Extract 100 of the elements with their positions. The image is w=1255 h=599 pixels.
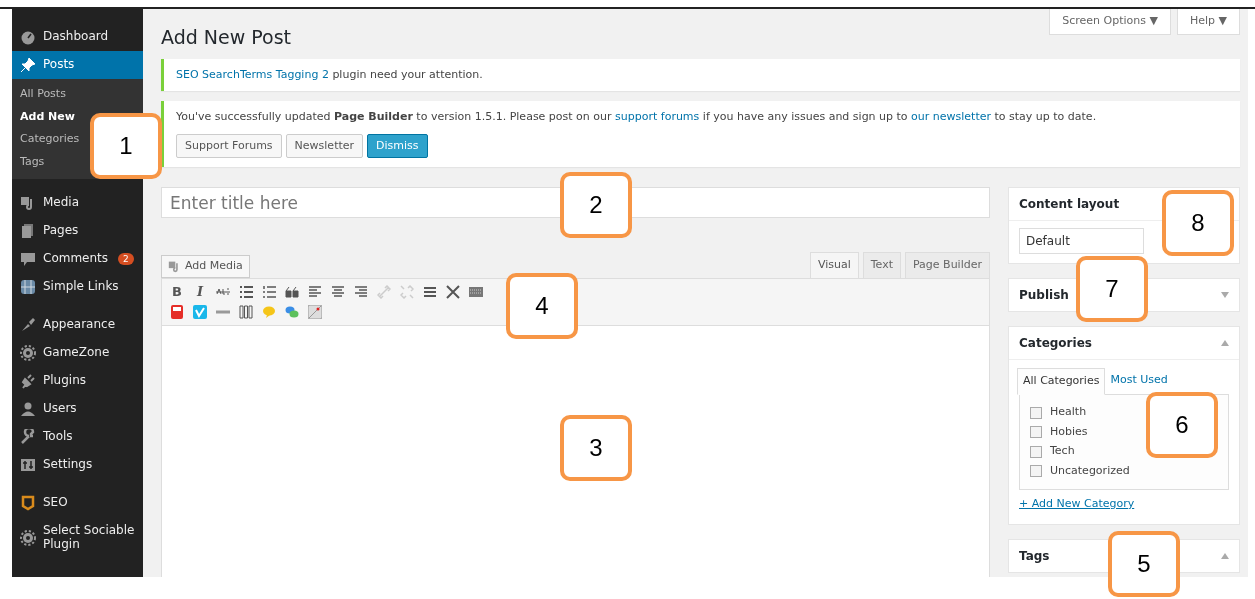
sidebar-item[interactable]: Plugins: [12, 367, 143, 395]
category-tab[interactable]: Most Used: [1105, 368, 1173, 394]
menu-label: Users: [43, 402, 77, 416]
notice-text: SEO SearchTerms Tagging 2 plugin need your attention.: [176, 66, 484, 83]
chat-bubbles-icon[interactable]: [285, 304, 299, 319]
italic-button[interactable]: I: [193, 284, 207, 299]
submenu-item[interactable]: Categories: [12, 128, 88, 151]
page-title: Add New Post: [161, 26, 292, 49]
sidebar-item[interactable]: Comments 2: [12, 245, 143, 273]
collapse-toggle-icon[interactable]: [1221, 340, 1229, 347]
sidebar-item[interactable]: Tools: [12, 423, 143, 451]
brush-icon: [20, 317, 36, 333]
collapse-toggle-icon[interactable]: [1221, 292, 1229, 299]
menu-label: Dashboard: [43, 30, 109, 44]
menu-label: Tools: [43, 430, 73, 444]
panel-title[interactable]: Categories: [1019, 334, 1092, 353]
gauge-icon: [20, 29, 36, 45]
sidebar-item[interactable]: Posts: [12, 51, 143, 79]
checkbox-label: Health: [1050, 404, 1087, 421]
fullscreen-icon[interactable]: [446, 284, 460, 299]
gear-icon: [20, 529, 36, 546]
sliders-icon: [20, 457, 36, 473]
pages-icon: [20, 223, 36, 239]
checkbox[interactable]: [1030, 426, 1042, 439]
menu-label: Select Sociable Plugin: [43, 524, 135, 552]
plug-icon: [20, 373, 36, 389]
menu-label: Pages: [43, 224, 79, 238]
sidebar-item[interactable]: SEO: [12, 489, 143, 517]
sidebar-item[interactable]: GameZone: [12, 339, 143, 367]
panel-title[interactable]: Publish: [1019, 286, 1069, 305]
checkbox-label: Hobies: [1050, 423, 1088, 440]
pin-icon: [20, 57, 36, 73]
newsletter-link[interactable]: our newsletter: [911, 110, 991, 124]
notice-button[interactable]: Newsletter: [285, 133, 364, 159]
add-media-button[interactable]: Add Media: [161, 255, 250, 278]
checkbox[interactable]: [1030, 406, 1042, 419]
editor-tab[interactable]: Visual: [809, 252, 859, 278]
callout-tooltip: 5: [1108, 531, 1180, 597]
quote-icon[interactable]: [285, 284, 299, 299]
menu-label: Simple Links: [43, 280, 119, 294]
callout-tooltip: 6: [1146, 392, 1218, 458]
callout-tooltip: 2: [560, 172, 632, 238]
sidebar-item[interactable]: Pages: [12, 217, 143, 245]
notice-link[interactable]: SEO SearchTerms Tagging 2: [176, 67, 329, 81]
horizontal-line-icon[interactable]: [423, 284, 437, 299]
collapse-toggle-icon[interactable]: [1221, 553, 1229, 560]
menu-label: Settings: [43, 458, 93, 472]
submenu-item[interactable]: Add New: [12, 105, 83, 128]
columns-icon[interactable]: [239, 304, 253, 319]
user-icon: [20, 401, 36, 417]
callout-tooltip: 3: [560, 415, 632, 481]
gear-icon: [20, 345, 36, 361]
checkbox[interactable]: [1030, 445, 1042, 458]
align-left-icon[interactable]: [308, 284, 322, 299]
grid-icon: [20, 279, 36, 295]
layout-select[interactable]: Default: [1019, 228, 1144, 255]
panel-title[interactable]: Content layout: [1019, 195, 1120, 214]
sidebar-item[interactable]: Users: [12, 395, 143, 423]
speech-bubble-icon: [20, 251, 36, 267]
count-badge: 2: [118, 252, 134, 266]
checkbox[interactable]: [1030, 465, 1042, 478]
checkbox-label: Uncategorized: [1050, 462, 1130, 479]
wrench-icon: [20, 429, 36, 445]
menu-label: Posts: [43, 58, 75, 72]
sidebar-item[interactable]: Appearance: [12, 311, 143, 339]
menu-label: Appearance: [43, 318, 116, 332]
tab-button[interactable]: Screen Options ▼: [1049, 9, 1171, 35]
callout-tooltip: 7: [1076, 256, 1148, 322]
align-right-icon[interactable]: [354, 284, 368, 299]
editor-tab[interactable]: Page Builder: [904, 252, 990, 278]
numbered-list-icon[interactable]: [262, 284, 276, 299]
add-category-link[interactable]: + Add New Category: [1019, 495, 1135, 513]
seo-icon: [20, 495, 36, 511]
submenu-item[interactable]: All Posts: [12, 83, 74, 106]
callout-tooltip: 1: [90, 113, 162, 179]
menu-label: Media: [43, 196, 80, 210]
menu-label: GameZone: [43, 346, 110, 360]
menu-label: SEO: [43, 496, 68, 510]
category-tab[interactable]: All Categories: [1017, 368, 1106, 395]
sidebar-item[interactable]: Simple Links: [12, 273, 143, 301]
bullet-list-icon[interactable]: [239, 284, 253, 299]
media-icon: [168, 260, 181, 274]
bold-button[interactable]: B: [170, 284, 184, 299]
submenu-item[interactable]: Tags: [12, 150, 53, 173]
checkbox-label: Tech: [1050, 443, 1075, 460]
sidebar-item[interactable]: Settings: [12, 451, 143, 479]
chat-bubble-icon[interactable]: [262, 304, 276, 319]
notice-button[interactable]: Support Forums: [176, 133, 282, 159]
notice-text: You've successfully updated Page Builder to version 1.5.1. Please post on our support forums if you have any issues and sign up to our newsletter to stay up to date.: [176, 109, 1098, 126]
sidebar-item[interactable]: Dashboard: [12, 23, 143, 51]
callout-tooltip: 4: [506, 273, 578, 339]
sidebar-item[interactable]: Media: [12, 189, 143, 217]
tab-button[interactable]: Help ▼: [1176, 9, 1240, 35]
editor-tab[interactable]: Text: [862, 252, 901, 278]
support-link[interactable]: support forums: [615, 110, 700, 124]
panel-title[interactable]: Tags: [1019, 547, 1050, 566]
align-center-icon[interactable]: [331, 284, 345, 299]
keyboard-icon[interactable]: [469, 284, 483, 299]
callout-tooltip: 8: [1162, 190, 1234, 256]
sidebar-item[interactable]: Select Sociable Plugin: [12, 517, 143, 559]
